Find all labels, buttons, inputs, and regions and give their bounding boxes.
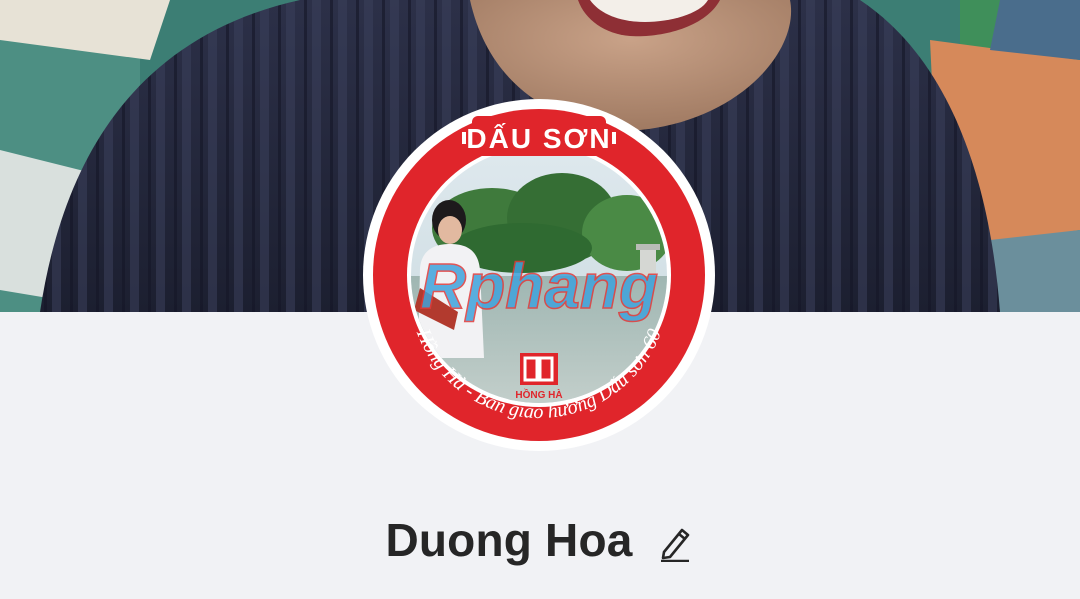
avatar-logo-text: HỒNG HÀ: [515, 388, 562, 401]
profile-screen: HỒNG HÀ DẤU SƠN Hồng Hà - Bản giao hưởng…: [0, 0, 1080, 599]
pencil-icon: [660, 528, 689, 562]
profile-name-row: Duong Hoa: [0, 505, 1080, 575]
edit-name-button[interactable]: [655, 520, 695, 564]
profile-avatar[interactable]: HỒNG HÀ DẤU SƠN Hồng Hà - Bản giao hưởng…: [362, 98, 716, 452]
profile-name: Duong Hoa: [385, 514, 633, 566]
avatar-frame-image: HỒNG HÀ DẤU SƠN Hồng Hà - Bản giao hưởng…: [363, 99, 715, 451]
avatar-frame-title: DẤU SƠN: [462, 116, 616, 156]
svg-text:DẤU SƠN: DẤU SƠN: [466, 123, 611, 154]
avatar-watermark: Rphang: [420, 250, 658, 322]
